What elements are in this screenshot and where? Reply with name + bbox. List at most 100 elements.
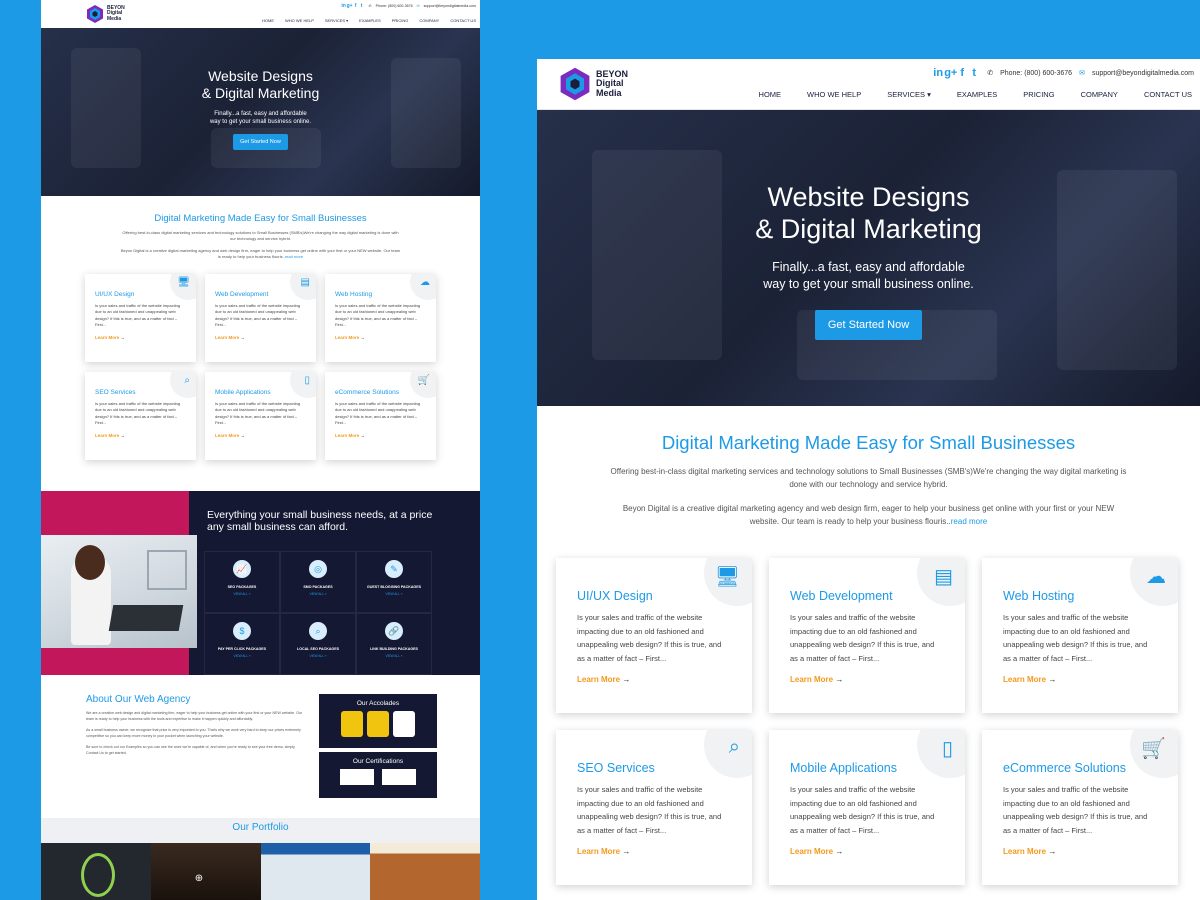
service-card[interactable]: ☁ Web Hosting Is your sales and traffic of…: [982, 558, 1178, 713]
twitter-icon[interactable]: t: [968, 67, 980, 79]
mobile-app-icon: ▯: [304, 375, 310, 386]
learn-more-link[interactable]: Learn More →: [790, 675, 944, 684]
service-card[interactable]: 🛒 eCommerce Solutions Is your sales and tr…: [982, 730, 1178, 885]
service-card[interactable]: ⌕ SEO Services Is your sales and traffic o…: [85, 372, 196, 460]
nav-who-we-help[interactable]: WHO WE HELP: [807, 90, 861, 99]
logo[interactable]: BEYON Digital Media: [85, 0, 125, 28]
nav-contact-us[interactable]: CONTACT US: [1144, 90, 1192, 99]
arrow-right-icon: →: [360, 432, 366, 438]
smo-icon: ◎: [309, 560, 327, 578]
learn-more-link[interactable]: Learn More →: [215, 433, 306, 438]
nav-contact-us[interactable]: CONTACT US: [450, 18, 476, 23]
service-card[interactable]: ▯ Mobile Applications Is your sales and tr…: [205, 372, 316, 460]
phone-text[interactable]: Phone: (800) 600-3676: [376, 4, 413, 8]
service-card[interactable]: 🖥 UI/UX Design Is your sales and traffic o…: [556, 558, 752, 713]
nav-pricing[interactable]: PRICING: [1023, 90, 1054, 99]
card-body: Is your sales and traffic of the website…: [577, 613, 722, 663]
learn-more-link[interactable]: Learn More →: [335, 335, 426, 340]
read-more-link[interactable]: read more: [285, 254, 303, 259]
package-title: GUEST BLOGGING PACKAGES: [366, 585, 422, 589]
learn-more-link[interactable]: Learn More →: [215, 335, 306, 340]
package-item[interactable]: ⌕ LOCAL SEO PACKAGES VIEW ALL »: [280, 613, 356, 675]
facebook-icon[interactable]: f: [956, 67, 968, 79]
arrow-right-icon: →: [1048, 675, 1057, 684]
get-started-button[interactable]: Get Started Now: [233, 134, 288, 150]
view-all-link[interactable]: VIEW ALL »: [357, 654, 431, 658]
nav-services[interactable]: SERVICES ▾: [325, 18, 348, 23]
web-development-icon: ▤: [934, 566, 953, 588]
view-all-link[interactable]: VIEW ALL »: [281, 654, 355, 658]
nav-examples[interactable]: EXAMPLES: [957, 90, 997, 99]
arrow-right-icon: →: [1048, 847, 1057, 856]
service-card[interactable]: ▯ Mobile Applications Is your sales and tr…: [769, 730, 965, 885]
email-text[interactable]: support@beyondigitalmedia.com: [424, 4, 476, 8]
linkedin-icon[interactable]: in: [932, 67, 944, 79]
nav-examples[interactable]: EXAMPLES: [359, 18, 381, 23]
site-header: BEYON Digital Media in g+ f t ✆ Phone: (80…: [41, 0, 480, 28]
read-more-link[interactable]: read more: [951, 517, 987, 526]
card-body: Is your sales and traffic of the website…: [790, 785, 935, 835]
portfolio-tile[interactable]: ⊕: [150, 843, 261, 900]
get-started-button[interactable]: Get Started Now: [814, 310, 923, 340]
service-card[interactable]: ☁ Web Hosting Is your sales and traffic of…: [325, 274, 436, 362]
learn-more-link[interactable]: Learn More →: [95, 335, 186, 340]
arrow-right-icon: →: [835, 847, 844, 856]
about-paragraph-3: Be sure to check out our Examples so you…: [86, 745, 295, 755]
view-all-link[interactable]: VIEW ALL »: [205, 654, 279, 658]
learn-more-link[interactable]: Learn More →: [790, 847, 944, 856]
service-cards: 🖥 UI/UX Design Is your sales and traffic o…: [556, 558, 1200, 885]
shopping-cart-icon: 🛒: [417, 375, 430, 386]
google-plus-icon[interactable]: g+: [944, 67, 957, 79]
card-body: Is your sales and traffic of the website…: [577, 785, 722, 835]
learn-more-link[interactable]: Learn More →: [1003, 675, 1157, 684]
logo-text: BEYON Digital Media: [107, 5, 125, 22]
logo-mark-icon: [85, 4, 105, 24]
nav-home[interactable]: HOME: [262, 18, 274, 23]
portfolio-tile[interactable]: [41, 843, 151, 900]
package-item[interactable]: 📈 SEO PACKAGES VIEW ALL »: [204, 551, 280, 613]
learn-more-link[interactable]: Learn More →: [1003, 847, 1157, 856]
hero: Website Designs & Digital Marketing Final…: [41, 28, 480, 196]
service-card[interactable]: ▤ Web Development Is your sales and traffi…: [205, 274, 316, 362]
view-all-link[interactable]: VIEW ALL »: [357, 592, 431, 596]
packages-heading: Everything your small business needs, at…: [207, 509, 433, 533]
zoom-icon[interactable]: ⊕: [195, 873, 203, 884]
twitter-icon[interactable]: t: [359, 3, 365, 9]
phone-text[interactable]: Phone: (800) 600-3676: [1000, 70, 1072, 77]
service-card[interactable]: 🛒 eCommerce Solutions Is your sales and tr…: [325, 372, 436, 460]
package-title: LOCAL SEO PACKAGES: [297, 647, 339, 651]
package-item[interactable]: ✎ GUEST BLOGGING PACKAGES VIEW ALL »: [356, 551, 432, 613]
learn-more-link[interactable]: Learn More →: [95, 433, 186, 438]
main-nav: HOME WHO WE HELP SERVICES ▾ EXAMPLES PRI…: [759, 90, 1194, 99]
shopping-cart-icon: 🛒: [1141, 738, 1166, 760]
package-title: PAY PER CLICK PACKAGES: [217, 647, 267, 651]
seo-search-icon: ⌕: [728, 736, 740, 758]
service-card[interactable]: ▤ Web Development Is your sales and traffi…: [769, 558, 965, 713]
award-badge-icon: [341, 711, 363, 737]
learn-more-link[interactable]: Learn More →: [577, 675, 731, 684]
learn-more-link[interactable]: Learn More →: [335, 433, 426, 438]
view-all-link[interactable]: VIEW ALL »: [281, 592, 355, 596]
nav-who-we-help[interactable]: WHO WE HELP: [285, 18, 314, 23]
card-body: Is your sales and traffic of the website…: [1003, 613, 1148, 663]
nav-pricing[interactable]: PRICING: [392, 18, 409, 23]
nav-services[interactable]: SERVICES ▾: [887, 90, 931, 99]
nav-company[interactable]: COMPANY: [419, 18, 439, 23]
nav-company[interactable]: COMPANY: [1081, 90, 1118, 99]
service-card[interactable]: 🖥 UI/UX Design Is your sales and traffic o…: [85, 274, 196, 362]
email-text[interactable]: support@beyondigitalmedia.com: [1092, 70, 1194, 77]
package-item[interactable]: 🔗 LINK BUILDING PACKAGES VIEW ALL »: [356, 613, 432, 675]
logo[interactable]: BEYON Digital Media: [557, 59, 628, 109]
package-item[interactable]: $ PAY PER CLICK PACKAGES VIEW ALL »: [204, 613, 280, 675]
mobile-app-icon: ▯: [941, 738, 953, 760]
portfolio-tile[interactable]: [260, 843, 371, 900]
view-all-link[interactable]: VIEW ALL »: [205, 592, 279, 596]
cloud-hosting-icon: ☁: [1146, 566, 1166, 588]
nav-home[interactable]: HOME: [759, 90, 782, 99]
learn-more-link[interactable]: Learn More →: [577, 847, 731, 856]
service-card[interactable]: ⌕ SEO Services Is your sales and traffic o…: [556, 730, 752, 885]
topbar: in g+ f t ✆ Phone: (800) 600-3676 ✉ supp…: [932, 67, 1194, 79]
portfolio-tile[interactable]: [370, 843, 480, 900]
package-item[interactable]: ◎ SMO PACKAGES VIEW ALL »: [280, 551, 356, 613]
hero-bg-shape: [71, 48, 141, 168]
